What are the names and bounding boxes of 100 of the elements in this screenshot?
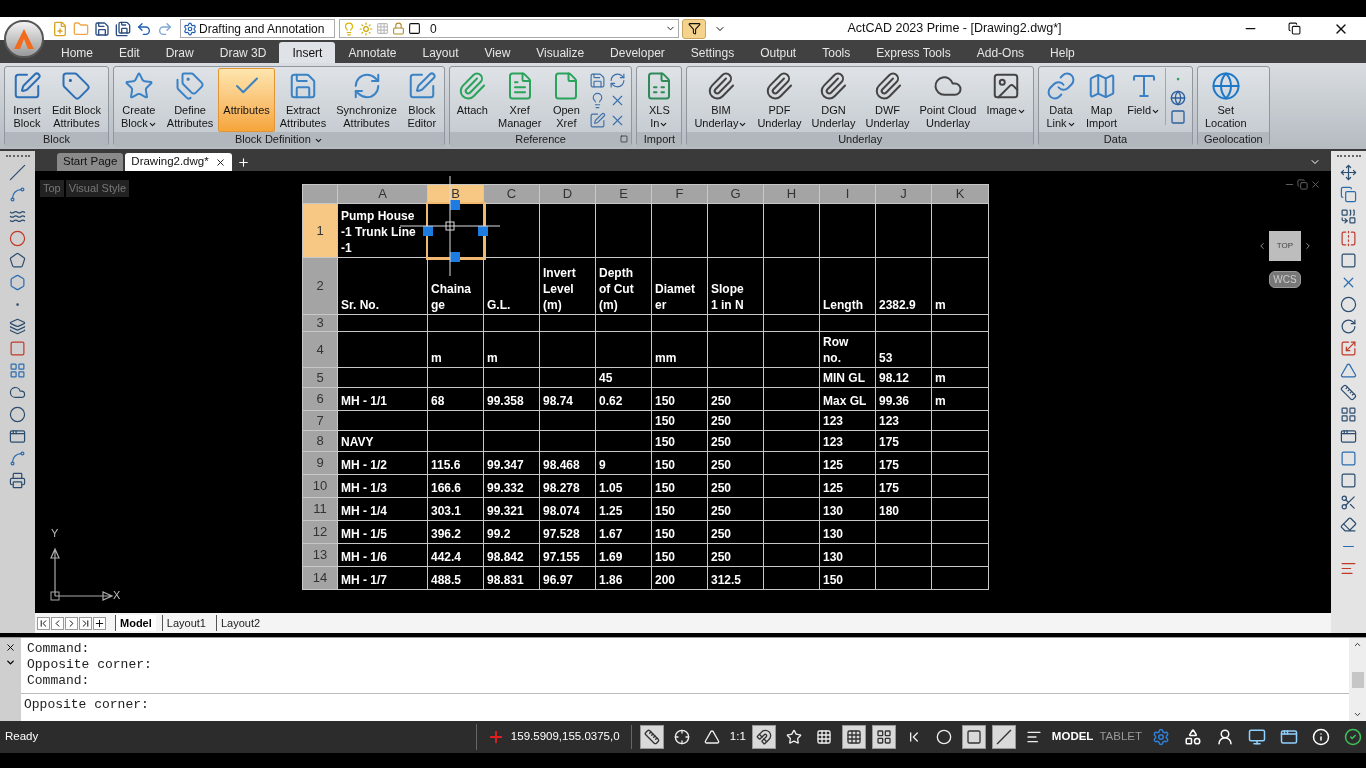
add-icon[interactable] <box>93 616 106 630</box>
status-toggle[interactable] <box>751 725 776 749</box>
row-header[interactable]: 8 <box>303 431 338 452</box>
combine-icon[interactable] <box>1340 208 1357 225</box>
ribbon-button[interactable]: PDF Underlay <box>752 68 807 132</box>
ribbon-button[interactable]: DGN Underlay <box>806 68 861 132</box>
monitor-icon[interactable] <box>1248 728 1266 746</box>
move-icon[interactable] <box>1340 164 1357 181</box>
menu-tab[interactable]: Annotate <box>335 42 410 63</box>
ribbon-button[interactable]: Define Attributes <box>161 68 219 132</box>
layout-tab[interactable]: Layout1 <box>161 614 210 632</box>
info-icon[interactable] <box>1312 728 1330 746</box>
grid-icon[interactable] <box>1340 406 1357 423</box>
status-toggle[interactable] <box>639 725 664 749</box>
menu-tab[interactable]: Output <box>747 42 810 63</box>
ribbon-button[interactable]: Synchronize Attributes <box>331 68 402 132</box>
status-toggle[interactable] <box>871 725 896 749</box>
menu-tab[interactable]: Tools <box>809 42 864 63</box>
add-tab-icon[interactable] <box>236 156 250 169</box>
column-header[interactable]: F <box>652 185 708 204</box>
viewcube[interactable]: TOP <box>1269 231 1301 261</box>
check-icon[interactable] <box>1344 728 1362 746</box>
rectangle-icon[interactable] <box>9 340 26 357</box>
circle-icon[interactable] <box>9 230 26 247</box>
shapes-icon[interactable] <box>1184 728 1202 746</box>
workspace-dropdown[interactable]: Drafting and Annotation <box>180 19 335 38</box>
menu-tab[interactable]: Settings <box>677 42 748 63</box>
save-icon[interactable] <box>94 20 110 37</box>
window-icon[interactable] <box>1170 109 1186 125</box>
triangle-icon[interactable] <box>1340 362 1357 379</box>
first-icon[interactable] <box>37 616 50 630</box>
row-header[interactable]: 12 <box>303 521 338 544</box>
column-header[interactable]: E <box>596 185 652 204</box>
reload-icon[interactable] <box>609 72 627 89</box>
view-label[interactable]: Top <box>40 180 64 197</box>
ribbon-button[interactable]: Block Editor <box>401 68 442 132</box>
ribbon-button[interactable]: Attributes <box>218 68 275 132</box>
grip-handle[interactable] <box>450 252 460 262</box>
document-tab[interactable]: Drawing2.dwg* <box>125 153 232 171</box>
status-toggle[interactable] <box>991 725 1016 749</box>
row-header[interactable]: 2 <box>303 258 338 315</box>
line-icon[interactable] <box>9 164 26 181</box>
polygon-icon[interactable] <box>9 252 26 269</box>
printer-icon[interactable] <box>9 472 26 489</box>
scale-icon[interactable] <box>1340 340 1357 357</box>
dialog-launcher-icon[interactable] <box>620 135 629 143</box>
menu-tab[interactable]: Edit <box>106 42 153 63</box>
row-header[interactable]: 4 <box>303 332 338 368</box>
annotation-scale[interactable]: 1:1 <box>729 728 746 746</box>
row-header[interactable]: 7 <box>303 411 338 431</box>
grip-handle[interactable] <box>478 226 488 236</box>
ruler-icon[interactable] <box>1340 384 1357 401</box>
column-header[interactable]: A <box>338 185 428 204</box>
row-header[interactable]: 10 <box>303 475 338 498</box>
layer-states-button[interactable] <box>682 18 706 39</box>
menu-tab[interactable]: Home <box>48 42 106 63</box>
menu-tab[interactable]: Draw <box>152 42 207 63</box>
ribbon-button[interactable]: Insert Block <box>7 68 47 132</box>
rotate-icon[interactable] <box>1340 318 1357 335</box>
window-icon[interactable] <box>9 428 26 445</box>
visual-style-label[interactable]: Visual Style <box>65 180 130 197</box>
ribbon-button[interactable]: Image <box>981 68 1031 132</box>
row-header[interactable]: 14 <box>303 567 338 590</box>
hexagon-icon[interactable] <box>9 274 26 291</box>
gear-icon[interactable] <box>1152 728 1170 746</box>
row-header[interactable]: 6 <box>303 388 338 411</box>
person-icon[interactable] <box>1216 728 1234 746</box>
row-header[interactable]: 1 <box>303 204 338 258</box>
menu-tab[interactable]: Developer <box>597 42 678 63</box>
grip-handle[interactable] <box>423 226 433 236</box>
grid-icon[interactable] <box>9 362 26 379</box>
scrollbar-thumb[interactable] <box>1351 671 1364 688</box>
close-icon[interactable] <box>214 156 226 168</box>
ribbon-button[interactable]: Edit Block Attributes <box>47 68 106 132</box>
column-header[interactable]: J <box>876 185 932 204</box>
status-toggle[interactable] <box>841 725 866 749</box>
eraser-icon[interactable] <box>1340 516 1357 533</box>
ribbon-button[interactable]: Field <box>1122 68 1165 132</box>
menu-tab[interactable]: View <box>471 42 524 63</box>
column-header[interactable]: D <box>540 185 596 204</box>
row-header[interactable]: 5 <box>303 368 338 388</box>
column-header[interactable]: C <box>484 185 540 204</box>
row-header[interactable]: 11 <box>303 498 338 521</box>
menu-tab[interactable]: Insert <box>279 42 336 63</box>
ring-icon[interactable] <box>9 406 26 423</box>
menu-tab[interactable]: Draw 3D <box>206 42 280 63</box>
column-header[interactable]: I <box>820 185 876 204</box>
column-header[interactable]: H <box>764 185 820 204</box>
curve-icon[interactable] <box>9 450 26 467</box>
status-toggle[interactable] <box>961 725 986 749</box>
save-as-icon[interactable] <box>115 20 131 37</box>
window-icon[interactable] <box>1340 428 1357 445</box>
menu-tab[interactable]: Layout <box>409 42 472 63</box>
row-header[interactable]: 9 <box>303 452 338 475</box>
mirror-icon[interactable] <box>1340 230 1357 247</box>
row-header[interactable]: 3 <box>303 315 338 332</box>
undo-icon[interactable] <box>136 20 152 37</box>
copy-icon[interactable] <box>1340 186 1357 203</box>
ribbon-button[interactable]: Xref Manager <box>492 68 547 132</box>
column-header[interactable]: K <box>932 185 989 204</box>
